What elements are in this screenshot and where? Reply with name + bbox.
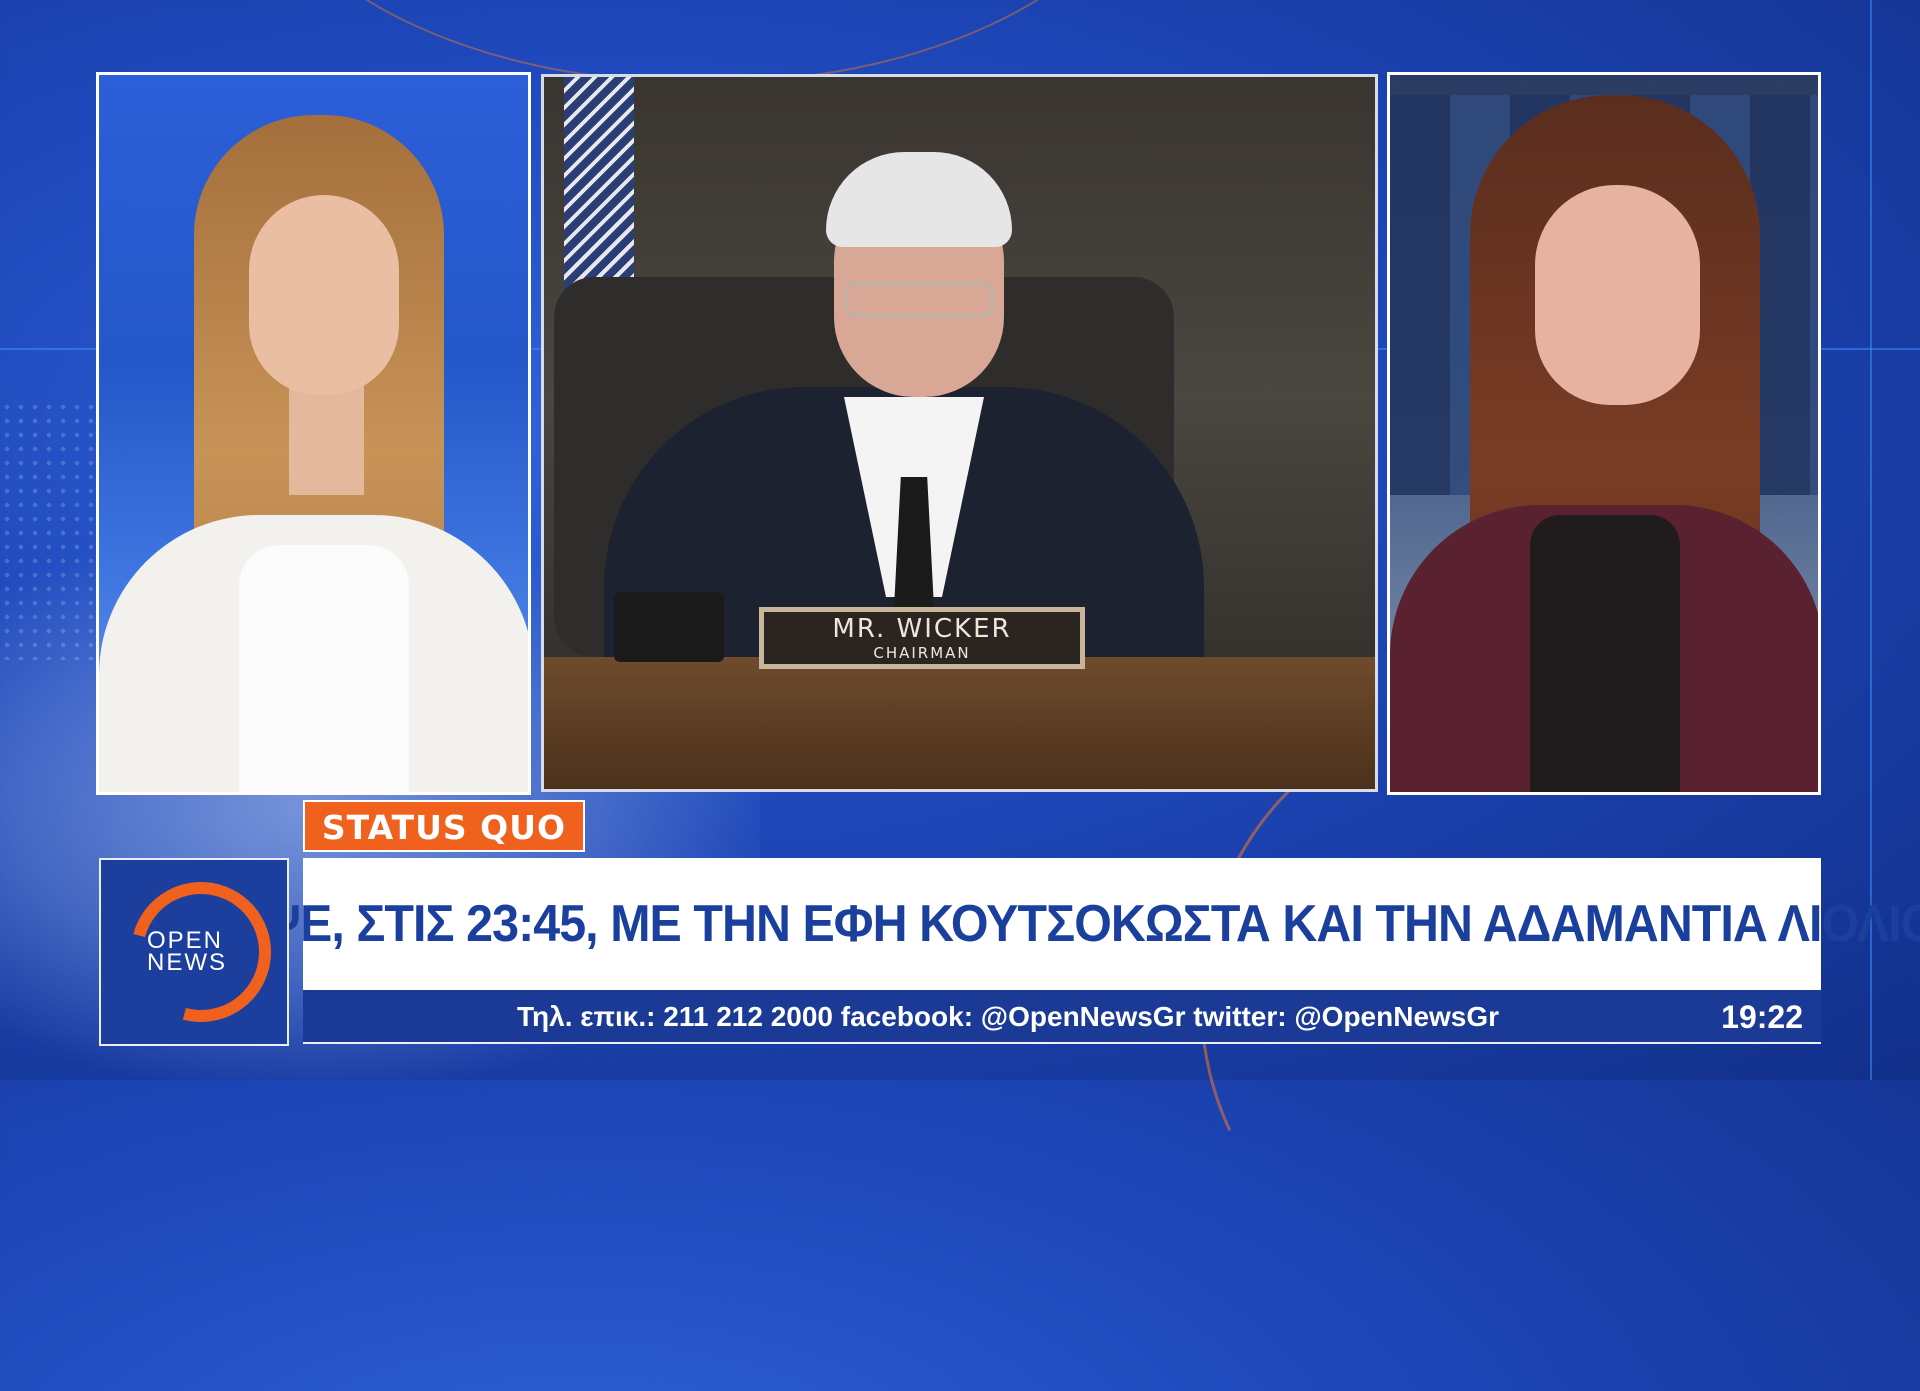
channel-logo: OPEN NEWS bbox=[99, 858, 289, 1046]
anchor-blouse bbox=[1530, 515, 1680, 792]
video-panel-right-anchor bbox=[1387, 72, 1821, 795]
headline-bar: ΑΠΟΨΕ, ΣΤΙΣ 23:45, ΜΕ ΤΗΝ ΕΦΗ ΚΟΥΤΣΟΚΩΣΤ… bbox=[157, 858, 1920, 990]
ticker-text: Τηλ. επικ.: 211 212 2000 facebook: @Open… bbox=[517, 1001, 1500, 1032]
speaker-hair bbox=[826, 152, 1012, 247]
ticker-bar: Τηλ. επικ.: 211 212 2000 facebook: @Open… bbox=[303, 990, 1821, 1044]
hearing-desk bbox=[544, 657, 1375, 789]
speaker-glasses bbox=[844, 282, 994, 317]
video-panel-center-hearing: MR. WICKER CHAIRMAN bbox=[541, 74, 1378, 792]
nameplate: MR. WICKER CHAIRMAN bbox=[759, 607, 1085, 669]
nameplate-title: CHAIRMAN bbox=[873, 644, 971, 662]
anchor-face bbox=[249, 195, 399, 395]
video-panel-left-anchor bbox=[96, 72, 531, 795]
anchor-top bbox=[239, 545, 409, 792]
nameplate-name: MR. WICKER bbox=[832, 614, 1012, 644]
mug bbox=[614, 592, 724, 662]
clock: 19:22 bbox=[1721, 999, 1803, 1035]
headline-text: ΑΠΟΨΕ, ΣΤΙΣ 23:45, ΜΕ ΤΗΝ ΕΦΗ ΚΟΥΤΣΟΚΩΣΤ… bbox=[156, 895, 1920, 953]
anchor-face bbox=[1535, 185, 1700, 405]
logo-line2: NEWS bbox=[147, 949, 227, 976]
logo-text: OPEN NEWS bbox=[147, 929, 257, 976]
program-tag: STATUS QUO bbox=[303, 800, 585, 852]
